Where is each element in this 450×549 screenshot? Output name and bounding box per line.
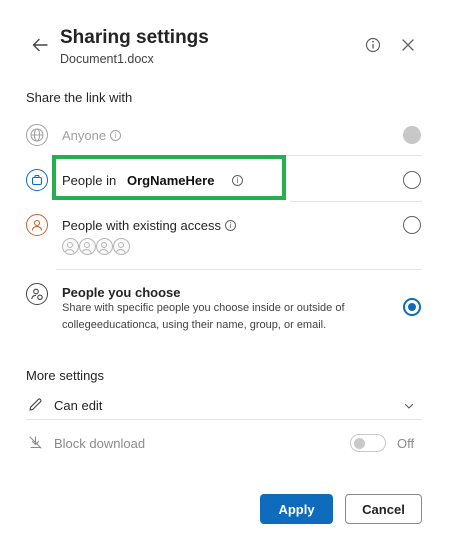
block-download-label: Block download [54, 436, 146, 451]
radio-existing-access[interactable] [403, 216, 421, 234]
radio-people-you-choose[interactable] [403, 298, 421, 316]
more-settings-label: More settings [26, 368, 105, 383]
option-people-you-choose-label: People you choose [62, 285, 181, 300]
permission-value: Can edit [54, 398, 103, 413]
document-name: Document1.docx [60, 52, 154, 66]
apply-button[interactable]: Apply [260, 494, 333, 524]
avatar [113, 238, 130, 255]
radio-people-in-org[interactable] [403, 171, 421, 189]
avatar [96, 238, 113, 255]
cancel-button[interactable]: Cancel [345, 494, 422, 524]
briefcase-icon [26, 169, 48, 191]
person-icon [26, 214, 48, 236]
block-download-row: Block download Off [26, 430, 422, 456]
block-download-toggle[interactable] [350, 434, 386, 452]
option-people-you-choose[interactable]: People you choose Share with specific pe… [26, 280, 422, 338]
block-download-icon [29, 436, 42, 449]
option-existing-access-label: People with existing access [62, 218, 221, 233]
divider [56, 269, 422, 270]
option-anyone[interactable]: Anyone i [26, 121, 422, 149]
radio-anyone[interactable] [403, 126, 421, 144]
avatar [79, 238, 96, 255]
option-anyone-label: Anyone [62, 128, 107, 143]
highlight-annotation-box [52, 155, 286, 200]
info-icon: i [224, 220, 236, 231]
avatar-group [62, 238, 138, 256]
avatar [62, 238, 79, 255]
info-icon [365, 37, 381, 53]
globe-icon [26, 124, 48, 146]
option-existing-access[interactable]: People with existing access i [26, 211, 422, 263]
page-title: Sharing settings [60, 27, 209, 48]
info-icon: i [110, 130, 122, 141]
divider [26, 419, 422, 420]
arrow-left-icon [32, 38, 48, 52]
pencil-icon [29, 398, 42, 411]
close-button[interactable] [399, 36, 417, 54]
info-button[interactable] [364, 36, 382, 54]
option-people-you-choose-description: Share with specific people you choose in… [62, 302, 345, 331]
block-download-state: Off [397, 436, 415, 451]
permission-dropdown[interactable]: Can edit [26, 393, 422, 419]
person-settings-icon [26, 283, 48, 305]
close-icon [402, 39, 414, 51]
divider [290, 201, 422, 202]
share-section-label: Share the link with [26, 90, 133, 105]
chevron-down-icon [404, 403, 414, 409]
back-button[interactable] [28, 33, 52, 57]
